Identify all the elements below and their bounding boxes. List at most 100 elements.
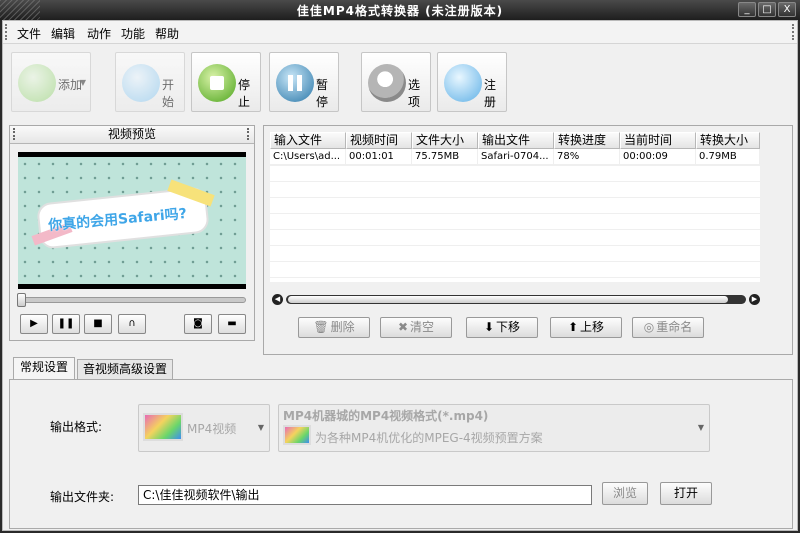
folder-icon: ▬ [227, 318, 237, 329]
rename-button[interactable]: ◎ 重命名 [632, 317, 704, 338]
pause-button[interactable]: 暂停 [269, 52, 339, 112]
snapshot-button[interactable]: ◙ [184, 314, 212, 334]
menubar-grip-left [5, 24, 8, 40]
menubar-grip-right [792, 24, 795, 40]
add-button[interactable]: 添加 ▼ [11, 52, 91, 112]
browse-button[interactable]: 浏览 [602, 482, 648, 505]
grip-icon [247, 128, 251, 140]
basket-icon [444, 64, 482, 102]
play-icon: ▶ [30, 318, 38, 329]
menu-file[interactable]: 文件 [17, 25, 41, 42]
output-format-label: 输出格式: [50, 420, 103, 434]
table-cell: Safari-0704... [478, 149, 554, 164]
tab-av-advanced[interactable]: 音视频高级设置 [77, 359, 173, 379]
open-button[interactable]: 打开 [660, 482, 712, 505]
arrow-down-icon: ⬇ [483, 320, 495, 334]
window-controls: _ □ X [738, 2, 796, 17]
format-thumbnail [143, 413, 183, 441]
video-thumbnail: 你真的会用Safari吗? [18, 157, 246, 284]
clear-icon: ✖ [397, 320, 409, 334]
format-select[interactable]: MP4视频 ▼ [138, 404, 270, 452]
headphones-icon: ∩ [128, 318, 136, 329]
scroll-thumb[interactable] [288, 296, 728, 303]
table-header: 输入文件 视频时间 文件大小 输出文件 转换进度 当前时间 转换大小 [270, 132, 760, 149]
menu-action[interactable]: 动作 [87, 25, 111, 42]
column-header[interactable]: 输出文件 [478, 132, 554, 149]
preview-title: 视频预览 [107, 127, 156, 141]
output-folder-field[interactable]: C:\佳佳视频软件\输出 [138, 485, 592, 505]
horizontal-scrollbar[interactable]: ◀ ▶ [272, 294, 760, 306]
menu-help[interactable]: 帮助 [155, 25, 179, 42]
table-cell: 00:00:09 [620, 149, 696, 164]
move-up-button[interactable]: ⬆ 上移 [550, 317, 622, 338]
grip-icon [13, 128, 17, 140]
clear-button[interactable]: ✖ 清空 [380, 317, 452, 338]
maximize-button[interactable]: □ [758, 2, 776, 17]
toolbar: 添加 ▼ 开始 停止 暂停 选项 注册 [3, 45, 797, 117]
video-frame: 你真的会用Safari吗? [18, 152, 246, 289]
chevron-down-icon: ▼ [79, 78, 86, 87]
stop-label: 停止 [238, 78, 251, 109]
move-down-label: 下移 [496, 320, 521, 334]
stop-button-small[interactable]: ■ [84, 314, 112, 334]
headphones-button[interactable]: ∩ [118, 314, 146, 334]
table-row[interactable]: C:\Users\ad... 00:01:01 75.75MB Safari-0… [270, 149, 760, 165]
chevron-down-icon: ▼ [257, 423, 264, 432]
gear-icon [368, 64, 406, 102]
move-down-button[interactable]: ⬇ 下移 [466, 317, 538, 338]
table-empty-rows [270, 165, 760, 282]
menu-edit[interactable]: 编辑 [51, 25, 75, 42]
preset-description: 为各种MP4机优化的MPEG-4视频预置方案 [315, 431, 543, 445]
file-list-panel: 输入文件 视频时间 文件大小 输出文件 转换进度 当前时间 转换大小 C:\Us… [263, 125, 793, 355]
delete-label: 删除 [330, 320, 355, 334]
add-icon [18, 64, 56, 102]
play-icon [122, 64, 160, 102]
seek-handle[interactable] [17, 293, 26, 307]
play-button[interactable]: ▶ [20, 314, 48, 334]
pause-label: 暂停 [316, 78, 329, 109]
title-bar: 佳佳MP4格式转换器 (未注册版本) _ □ X [0, 0, 800, 20]
preset-select[interactable]: MP4机器城的MP4视频格式(*.mp4) 为各种MP4机优化的MPEG-4视频… [278, 404, 710, 452]
move-up-label: 上移 [580, 320, 605, 334]
clear-label: 清空 [410, 320, 435, 334]
file-table: 输入文件 视频时间 文件大小 输出文件 转换进度 当前时间 转换大小 C:\Us… [270, 132, 760, 282]
pause-icon: ❚❚ [57, 318, 75, 329]
add-label: 添加 [58, 78, 83, 92]
start-button[interactable]: 开始 [115, 52, 185, 112]
close-button[interactable]: X [778, 2, 796, 17]
column-header[interactable]: 文件大小 [412, 132, 478, 149]
arrow-up-icon: ⬆ [567, 320, 579, 334]
column-header[interactable]: 转换大小 [696, 132, 760, 149]
main-window: 文件 编辑 动作 功能 帮助 添加 ▼ 开始 停止 暂停 选项 注册 视频预览 … [2, 20, 798, 531]
stop-button[interactable]: 停止 [191, 52, 261, 112]
scroll-left-icon[interactable]: ◀ [272, 294, 283, 305]
scroll-right-icon[interactable]: ▶ [749, 294, 760, 305]
table-cell: 0.79MB [696, 149, 760, 164]
camera-icon: ◙ [193, 318, 203, 329]
preset-title: MP4机器城的MP4视频格式(*.mp4) [283, 409, 489, 423]
column-header[interactable]: 视频时间 [346, 132, 412, 149]
menu-bar: 文件 编辑 动作 功能 帮助 [3, 21, 797, 44]
register-label: 注册 [484, 78, 497, 109]
rename-icon: ◎ [643, 320, 655, 334]
open-folder-button[interactable]: ▬ [218, 314, 246, 334]
register-button[interactable]: 注册 [437, 52, 507, 112]
pause-button-small[interactable]: ❚❚ [52, 314, 80, 334]
stop-icon: ■ [93, 318, 103, 329]
table-cell: 78% [554, 149, 620, 164]
table-cell: C:\Users\ad... [270, 149, 346, 164]
options-button[interactable]: 选项 [361, 52, 431, 112]
video-preview-panel: 视频预览 你真的会用Safari吗? ▶ ❚❚ ■ ∩ ◙ ▬ [9, 125, 255, 341]
table-cell: 75.75MB [412, 149, 478, 164]
output-folder-label: 输出文件夹: [50, 490, 115, 504]
tab-general[interactable]: 常规设置 [13, 357, 75, 379]
column-header[interactable]: 输入文件 [270, 132, 346, 149]
rename-label: 重命名 [656, 320, 693, 334]
column-header[interactable]: 当前时间 [620, 132, 696, 149]
menu-function[interactable]: 功能 [121, 25, 145, 42]
general-settings-panel: 输出格式: MP4视频 ▼ MP4机器城的MP4视频格式(*.mp4) 为各种M… [9, 379, 793, 529]
minimize-button[interactable]: _ [738, 2, 756, 17]
delete-button[interactable]: 🗑 删除 [298, 317, 370, 338]
seek-bar[interactable] [17, 293, 246, 307]
column-header[interactable]: 转换进度 [554, 132, 620, 149]
